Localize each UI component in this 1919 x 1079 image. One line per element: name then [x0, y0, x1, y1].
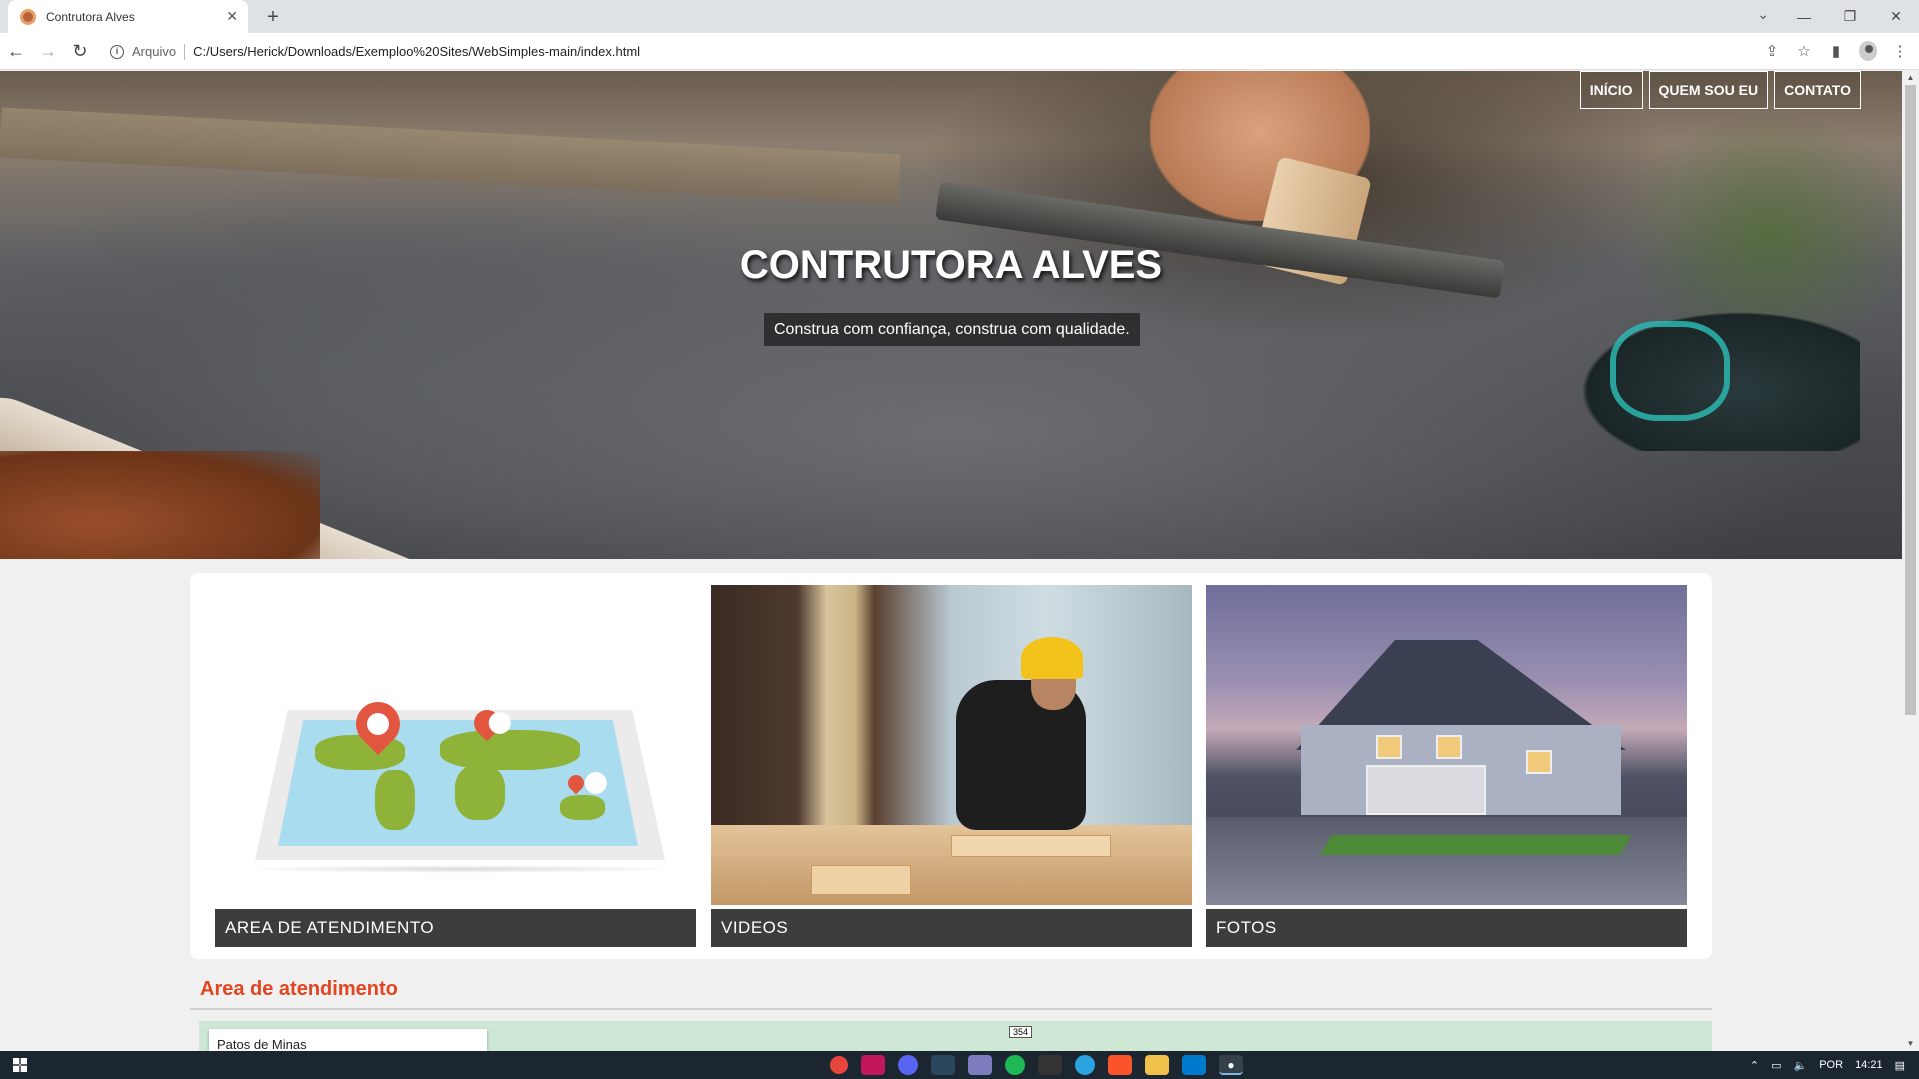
- notifications-icon[interactable]: ▤: [1895, 1059, 1905, 1072]
- card-videos[interactable]: VIDEOS: [711, 585, 1192, 947]
- site-favicon-icon: [20, 8, 36, 25]
- forward-arrow-icon[interactable]: →: [32, 41, 64, 62]
- hero-wood-plank: [0, 107, 901, 205]
- url-text[interactable]: C:/Users/Herick/Downloads/Exemploo%20Sit…: [193, 44, 640, 59]
- map-road-label: 354: [1009, 1026, 1033, 1038]
- hero-dirt: [0, 451, 320, 559]
- service-area-section-header: Area de atendimento: [190, 970, 1712, 1010]
- windows-logo-icon: [13, 1058, 27, 1072]
- telegram-icon[interactable]: [1075, 1055, 1095, 1075]
- hard-hat-icon: [1021, 637, 1083, 679]
- restore-button[interactable]: ❐: [1827, 8, 1873, 25]
- scroll-thumb[interactable]: [1905, 85, 1916, 715]
- card-area-de-atendimento[interactable]: AREA DE ATENDIMENTO: [215, 585, 696, 947]
- page-viewport: CONTRUTORA ALVES Construa com confiança,…: [0, 71, 1919, 1051]
- network-icon[interactable]: ▭: [1771, 1059, 1781, 1072]
- top-navigation: INÍCIO QUEM SOU EU CONTATO: [1579, 71, 1861, 109]
- address-separator: [184, 43, 186, 60]
- toolbar-actions: ⇪ ☆ ▮ ⋮: [1763, 33, 1909, 69]
- hero-shoe-accent: [1610, 321, 1730, 421]
- construction-worker-image: [711, 585, 1192, 905]
- scroll-up-arrow-icon[interactable]: ▲: [1902, 71, 1919, 85]
- card-caption: AREA DE ATENDIMENTO: [215, 909, 696, 947]
- page-scrollbar[interactable]: ▲ ▼: [1902, 71, 1919, 1051]
- vscode-icon[interactable]: [1182, 1055, 1206, 1075]
- epic-games-icon[interactable]: [1038, 1055, 1062, 1075]
- tab-title: Contrutora Alves: [46, 9, 135, 24]
- address-scheme-label: Arquivo: [132, 44, 177, 59]
- close-window-button[interactable]: ✕: [1873, 8, 1919, 25]
- map-place-card[interactable]: Patos de Minas: [209, 1029, 487, 1051]
- house-garage: [1366, 765, 1486, 815]
- windows-taskbar: ● ⌃ ▭ 🔈 POR 14:21 ▤: [0, 1051, 1919, 1079]
- house-window: [1376, 735, 1402, 759]
- discord-icon[interactable]: [898, 1055, 918, 1075]
- hero-title: CONTRUTORA ALVES: [739, 243, 1163, 287]
- address-bar[interactable]: i Arquivo C:/Users/Herick/Downloads/Exem…: [110, 38, 1770, 65]
- chrome-active-icon[interactable]: ●: [1219, 1055, 1243, 1075]
- map-land-australia: [560, 795, 605, 820]
- map-shadow: [235, 865, 685, 873]
- feature-cards: AREA DE ATENDIMENTO VIDEOS FOTOS: [190, 573, 1712, 959]
- side-panel-icon[interactable]: ▮: [1827, 42, 1845, 60]
- house-window: [1436, 735, 1462, 759]
- clock[interactable]: 14:21: [1855, 1059, 1883, 1071]
- volume-icon[interactable]: 🔈: [1794, 1059, 1808, 1072]
- window-controls: — ❐ ✕: [1781, 0, 1919, 33]
- world-map-icon: [215, 585, 696, 905]
- embedded-map[interactable]: Patos de Minas 354: [199, 1021, 1712, 1051]
- file-explorer-icon[interactable]: [1145, 1055, 1169, 1075]
- brave-icon[interactable]: [1108, 1055, 1132, 1075]
- card-caption: VIDEOS: [711, 909, 1192, 947]
- back-arrow-icon[interactable]: ←: [0, 41, 32, 62]
- wood-plank: [951, 835, 1111, 857]
- browser-tab[interactable]: Contrutora Alves ✕: [8, 0, 248, 33]
- house-image: [1206, 585, 1687, 905]
- new-tab-button[interactable]: +: [260, 4, 286, 30]
- minimize-button[interactable]: —: [1781, 9, 1827, 25]
- map-land-eurasia: [440, 730, 580, 770]
- profile-avatar-icon[interactable]: [1859, 41, 1877, 61]
- hero-subtitle: Construa com confiança, construa com qua…: [764, 313, 1140, 346]
- nav-quem-sou-eu-link[interactable]: QUEM SOU EU: [1648, 71, 1769, 109]
- browser-toolbar: ← → ↻ i Arquivo C:/Users/Herick/Download…: [0, 33, 1919, 70]
- browser-tab-bar: Contrutora Alves ✕ + ⌄ — ❐ ✕: [0, 0, 1919, 33]
- tab-search-icon[interactable]: ⌄: [1757, 6, 1769, 23]
- wood-plank: [811, 865, 911, 895]
- hero-banner: CONTRUTORA ALVES Construa com confiança,…: [0, 71, 1902, 559]
- language-indicator[interactable]: POR: [1819, 1059, 1843, 1071]
- close-tab-icon[interactable]: ✕: [226, 8, 238, 25]
- info-icon[interactable]: i: [110, 44, 124, 59]
- share-icon[interactable]: ⇪: [1763, 42, 1781, 60]
- scroll-down-arrow-icon[interactable]: ▼: [1902, 1037, 1919, 1051]
- spotify-icon[interactable]: [1005, 1055, 1025, 1075]
- bookmark-star-icon[interactable]: ☆: [1795, 42, 1813, 60]
- reload-icon[interactable]: ↻: [64, 41, 96, 62]
- card-fotos[interactable]: FOTOS: [1206, 585, 1687, 947]
- taskbar-apps: ●: [830, 1051, 1243, 1079]
- start-button[interactable]: [0, 1051, 40, 1079]
- nav-contato-link[interactable]: CONTATO: [1774, 71, 1861, 109]
- steam-icon[interactable]: [931, 1055, 955, 1075]
- chrome-icon[interactable]: [830, 1056, 848, 1074]
- house-lawn: [1320, 835, 1632, 855]
- house-window: [1526, 750, 1552, 774]
- mail-app-icon[interactable]: [861, 1055, 885, 1075]
- house-driveway: [1206, 817, 1687, 905]
- menu-kebab-icon[interactable]: ⋮: [1891, 42, 1909, 60]
- map-land-africa: [455, 765, 505, 820]
- section-title: Area de atendimento: [200, 978, 398, 1000]
- card-caption: FOTOS: [1206, 909, 1687, 947]
- system-tray: ⌃ ▭ 🔈 POR 14:21 ▤: [1750, 1051, 1905, 1079]
- tray-expand-icon[interactable]: ⌃: [1750, 1059, 1759, 1072]
- app-icon[interactable]: [968, 1055, 992, 1075]
- nav-inicio-link[interactable]: INÍCIO: [1579, 71, 1643, 109]
- map-land-south-america: [375, 770, 415, 830]
